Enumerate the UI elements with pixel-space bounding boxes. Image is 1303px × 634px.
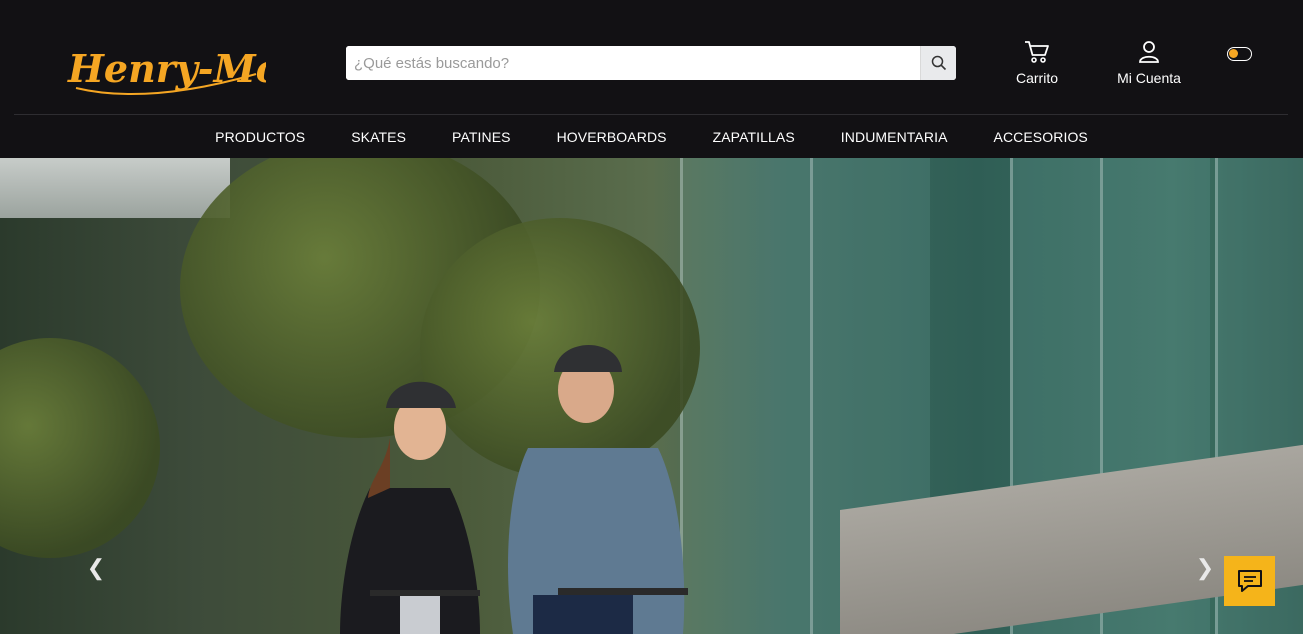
nav-item-productos[interactable]: PRODUCTOS: [192, 129, 328, 145]
toggle-knob: [1229, 49, 1238, 58]
nav-item-indumentaria[interactable]: INDUMENTARIA: [818, 129, 971, 145]
hero-person-man: [508, 345, 688, 634]
nav-item-hoverboards[interactable]: HOVERBOARDS: [534, 129, 690, 145]
cart-label: Carrito: [1015, 70, 1058, 86]
search-input[interactable]: [346, 46, 920, 80]
nav-item-zapatillas[interactable]: ZAPATILLAS: [690, 129, 818, 145]
theme-toggle[interactable]: [1227, 47, 1252, 61]
cart-icon: [1025, 41, 1049, 63]
svg-text:Henry-Mov: Henry-Mov: [67, 46, 266, 91]
nav-item-skates[interactable]: SKATES: [328, 129, 429, 145]
hero-glass-panel: [680, 158, 810, 634]
search-bar: [346, 46, 956, 80]
site-header: Henry-Mov Carrito Mi Cuenta PRODUCTOS: [0, 0, 1303, 158]
hero-sky: [0, 158, 230, 218]
hero-carousel: ❮ ❯: [0, 158, 1303, 634]
search-button[interactable]: [920, 46, 956, 80]
carousel-prev-button[interactable]: ❮: [86, 553, 106, 583]
chat-button[interactable]: [1224, 556, 1275, 606]
brand-logo[interactable]: Henry-Mov: [66, 30, 266, 102]
nav-item-patines[interactable]: PATINES: [429, 129, 534, 145]
user-icon: [1139, 41, 1159, 63]
main-nav: PRODUCTOS SKATES PATINES HOVERBOARDS ZAP…: [0, 115, 1303, 158]
chevron-right-icon: ❯: [1195, 555, 1215, 580]
account-label: Mi Cuenta: [1117, 70, 1181, 86]
cart-link[interactable]: Carrito: [1013, 40, 1061, 86]
account-link[interactable]: Mi Cuenta: [1112, 40, 1186, 86]
nav-item-accesorios[interactable]: ACCESORIOS: [971, 129, 1111, 145]
carousel-next-button[interactable]: ❯: [1195, 553, 1215, 583]
hero-tree: [0, 338, 160, 558]
search-icon: [931, 55, 946, 71]
chat-icon: [1237, 570, 1262, 592]
chevron-left-icon: ❮: [86, 555, 106, 580]
hero-person-woman: [340, 381, 480, 634]
